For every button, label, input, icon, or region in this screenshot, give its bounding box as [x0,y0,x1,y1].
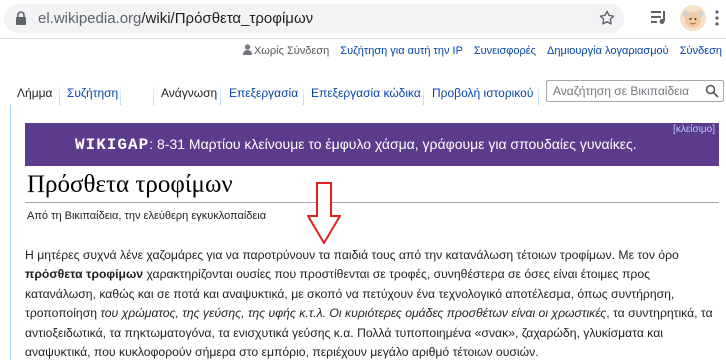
url-host: el.wikipedia.org [38,10,142,27]
contributions-link[interactable]: Συνεισφορές [474,45,536,57]
avatar-face-icon [680,5,706,31]
tab-edit-label: Επεξεργασία [229,86,299,100]
url-path: /wiki/Πρόσθετα_τροφίμων [141,10,314,27]
tab-read-label: Ανάγνωση [161,86,218,100]
personal-tools: Χωρίς Σύνδεση Συζήτηση για αυτή την IP Σ… [235,44,722,58]
campaign-banner[interactable]: WIKIGAP: 8-31 Μαρτίου κλείνουμε το έμφυλ… [25,123,719,166]
media-control-icon[interactable] [650,9,668,25]
create-account-link[interactable]: Δημιουργία λογαριασμού [547,45,669,57]
tab-separator [120,83,121,105]
tab-edit-source[interactable]: Επεξεργασία κώδικα [304,77,423,104]
lock-icon[interactable] [14,11,28,26]
article-content: WIKIGAP: 8-31 Μαρτίου κλείνουμε το έμφυλ… [10,105,726,360]
browser-toolbar: el.wikipedia.org/wiki/Πρόσθετα_τροφίμων [0,0,726,39]
bold-term: πρόσθετα τροφίμων [25,267,144,282]
tab-history[interactable]: Προβολή ιστορικού [424,77,538,104]
banner-close-link[interactable]: [κλείσιμο] [673,124,715,135]
star-icon[interactable] [598,9,616,27]
tab-article-label: Λήμμα [17,86,53,100]
tab-talk-label: Συζήτηση [67,86,119,100]
tab-edit-source-label: Επεξεργασία κώδικα [311,86,421,100]
address-bar[interactable]: el.wikipedia.org/wiki/Πρόσθετα_τροφίμων [4,4,624,33]
lead-paragraph: Η μητέρες συχνά λένε χαζομάρες για να πα… [25,246,720,362]
search-box[interactable] [546,80,724,102]
title-divider [25,202,719,203]
page-title: Πρόσθετα τροφίμων [27,171,233,198]
tab-article[interactable]: Λήμμα [11,77,59,104]
paragraph-italic: του χρώματος, της γεύσης, της υφής κ.τ.λ… [100,306,607,321]
search-icon[interactable] [705,84,719,98]
tab-talk[interactable]: Συζήτηση [60,77,120,104]
tab-edit[interactable]: Επεξεργασία [221,77,303,104]
banner-text: WIKIGAP: 8-31 Μαρτίου κλείνουμε το έμφυλ… [75,136,637,154]
tab-separator [538,83,539,105]
not-logged-in-label: Χωρίς Σύνδεση [253,45,330,57]
banner-message: : 8-31 Μαρτίου κλείνουμε το έμφυλο χάσμα… [149,136,637,152]
banner-brand: WIKIGAP [75,136,150,154]
site-tagline: Από τη Βικιπαίδεια, την ελεύθερη εγκυκλο… [27,210,267,222]
talk-for-ip-link[interactable]: Συζήτηση για αυτή την IP [340,45,462,57]
tab-history-label: Προβολή ιστορικού [432,86,534,100]
url-text[interactable]: el.wikipedia.org/wiki/Πρόσθετα_τροφίμων [38,10,313,27]
profile-avatar[interactable] [680,5,706,31]
user-icon [242,44,252,55]
down-arrow-annotation [307,182,341,244]
browser-menu-icon[interactable] [714,9,720,27]
paragraph-intro: Η μητέρες συχνά λένε χαζομάρες για να πα… [25,248,679,262]
not-logged-in: Χωρίς Σύνδεση [242,44,330,57]
search-input[interactable] [553,82,703,100]
tab-read[interactable]: Ανάγνωση [154,77,220,104]
login-link[interactable]: Σύνδεση [680,45,722,57]
